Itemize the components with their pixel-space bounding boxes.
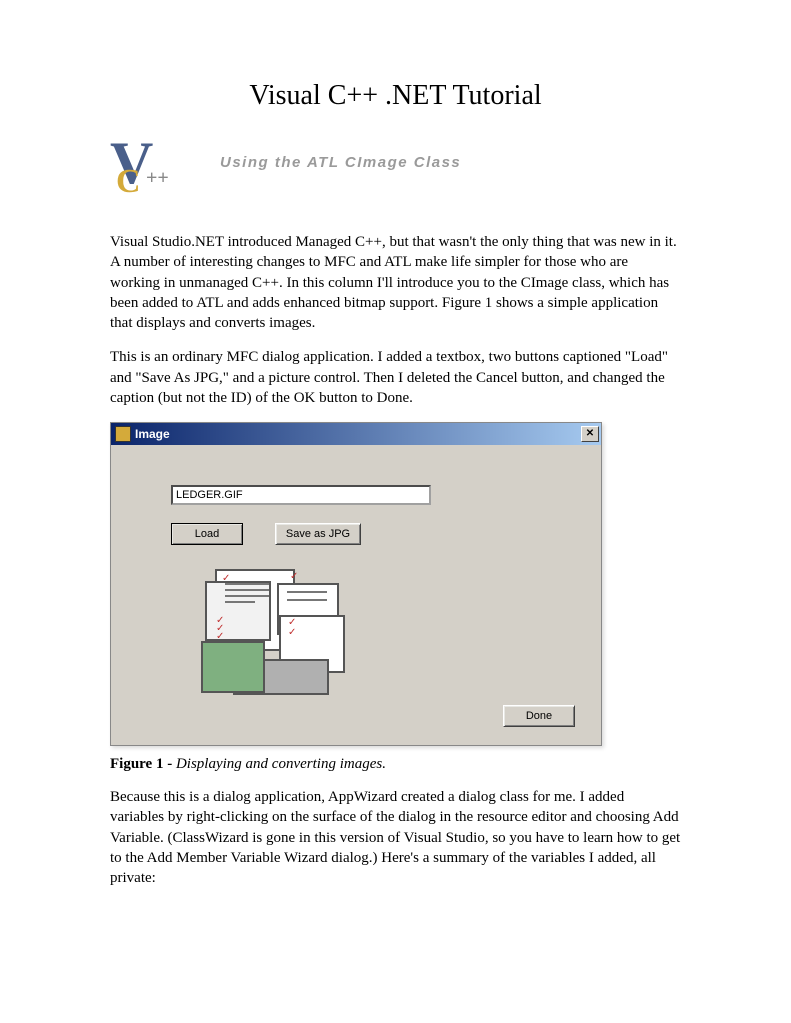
page-subtitle: Using the ATL CImage Class (220, 154, 461, 171)
image-dialog: Image ✕ LEDGER.GIF Load Save as JPG (110, 422, 602, 746)
done-button-label: Done (526, 710, 552, 722)
save-button[interactable]: Save as JPG (275, 523, 361, 545)
close-icon[interactable]: ✕ (581, 426, 599, 442)
dialog-body: LEDGER.GIF Load Save as JPG (111, 445, 601, 745)
filename-value: LEDGER.GIF (176, 489, 243, 501)
page-title: Visual C++ .NET Tutorial (110, 80, 681, 112)
save-button-label: Save as JPG (286, 528, 350, 540)
figure-caption: Figure 1 - Displaying and converting ima… (110, 756, 681, 773)
paragraph-2: This is an ordinary MFC dialog applicati… (110, 347, 681, 408)
dialog-titlebar: Image ✕ (111, 423, 601, 445)
paragraph-3: Because this is a dialog application, Ap… (110, 787, 681, 888)
load-button[interactable]: Load (171, 523, 243, 545)
picture-control (171, 569, 341, 699)
header-row: V C ++ Using the ATL CImage Class (110, 142, 681, 207)
done-button[interactable]: Done (503, 705, 575, 727)
paragraph-1: Visual Studio.NET introduced Managed C++… (110, 232, 681, 333)
cpp-logo: V C ++ (110, 137, 180, 207)
load-button-label: Load (195, 528, 219, 540)
figure-caption-text: Displaying and converting images. (176, 756, 386, 772)
dialog-title: Image (135, 427, 581, 441)
figure-label: Figure 1 - (110, 756, 172, 772)
app-icon (115, 426, 131, 442)
filename-input[interactable]: LEDGER.GIF (171, 485, 431, 505)
figure-1-screenshot: Image ✕ LEDGER.GIF Load Save as JPG (110, 422, 681, 746)
